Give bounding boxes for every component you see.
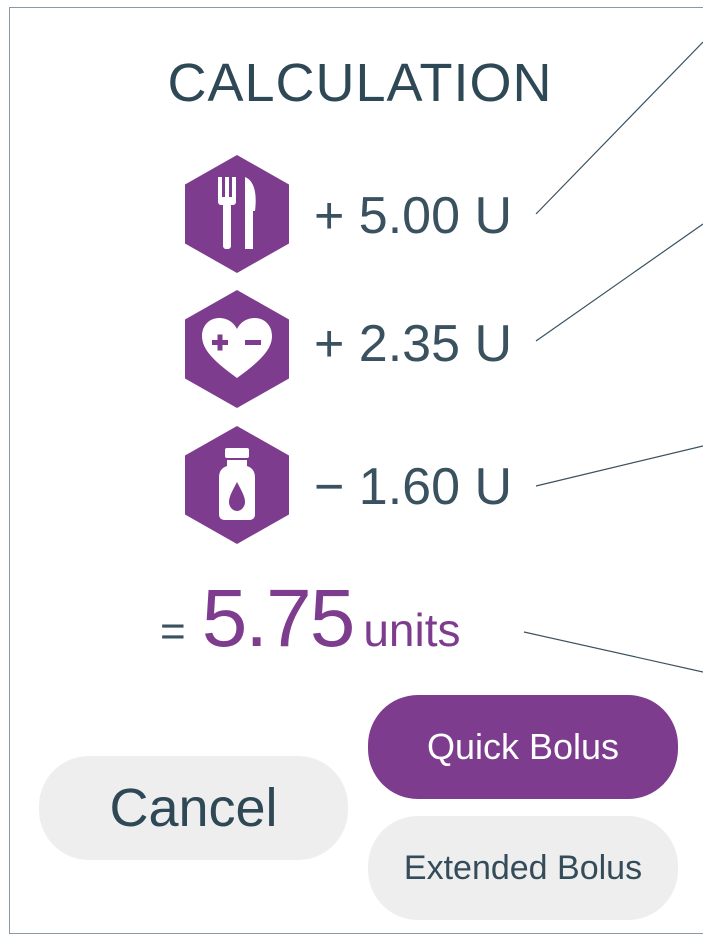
total-dose: = 5.75 units <box>160 572 461 664</box>
carb-amount: + 5.00 U <box>313 187 512 245</box>
extended-bolus-button[interactable]: Extended Bolus <box>368 816 678 920</box>
cancel-button[interactable]: Cancel <box>39 756 348 860</box>
correction-amount: + 2.35 U <box>313 315 512 373</box>
total-value: 5.75 <box>201 573 356 664</box>
equals-sign: = <box>160 607 186 656</box>
iob-amount: − 1.60 U <box>313 458 512 516</box>
total-unit: units <box>363 604 461 656</box>
quick-bolus-button[interactable]: Quick Bolus <box>368 695 678 799</box>
calculation-title: CALCULATION <box>167 53 553 113</box>
